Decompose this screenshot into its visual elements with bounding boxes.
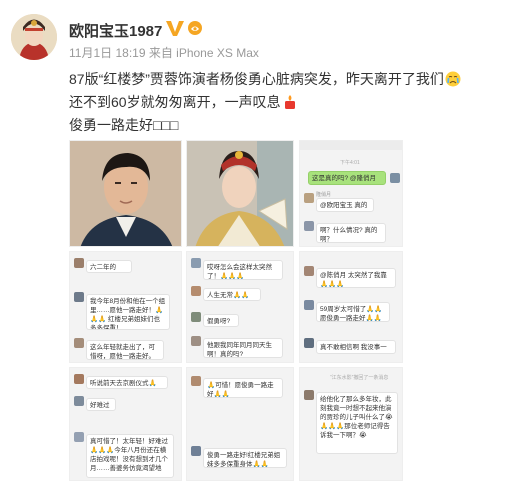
chat-bubble: 六二年的 (86, 260, 132, 273)
post-text: 87版“红楼梦”贾蓉饰演者杨俊勇心脏病突发，昨天离开了我们 还不到60岁就匆匆离… (69, 68, 499, 137)
chat-bubble: 听说前天去京剧仪式🙏🙏🙏 (86, 376, 168, 389)
chat-bubble: 这是真的吗? @隆俏月 (308, 171, 386, 185)
chat-bubble: 假勇呀? (203, 314, 239, 327)
chat-screenshot-4[interactable]: 六二年的 我今年8月份和他在一个组里……愿他一路走好！🙏🙏🙏 红楼兄弟姐妹们也多… (69, 251, 182, 363)
chat-screenshot-7[interactable]: 听说前天去京剧仪式🙏🙏🙏 好难过 真可惜了！太年轻！好难过🙏🙏🙏今年八月份还在横… (69, 367, 182, 481)
image-thumbnail-1[interactable] (69, 140, 182, 247)
chat-bubble: 真不敢相信啊 我没事一 (316, 340, 396, 354)
verified-v-icon (166, 21, 184, 36)
chat-bubble: @欧阳宝玉 真的 (316, 198, 374, 212)
chat-bubble: 给他化了那么多年妆，此刻我竟一时想不起来他演的贾珍的儿子叫什么了😭🙏🙏🙏那位老师… (316, 392, 398, 454)
candle-emoji-icon (284, 95, 295, 109)
chat-bubble: 好难过 (86, 398, 116, 411)
chat-bubble: 59周岁太可惜了🙏🙏 愿俊勇一路走好🙏🙏🙏 (316, 302, 390, 322)
chat-bubble: @陈俏月 太突然了我靠🙏🙏🙏 (316, 268, 396, 288)
chat-bubble: 🙏可惜！愿俊勇一路走好🙏🙏 (203, 378, 283, 398)
vip-badge-icon (188, 21, 202, 35)
recall-notice: “江东水影”撤回了一条消息 (330, 375, 389, 381)
chat-screenshot-5[interactable]: 哎呀怎么会这样太突然了！🙏🙏🙏 人生无常🙏🙏🙏 假勇呀? 他跟我同年同月同天生啊… (186, 251, 294, 363)
user-avatar[interactable] (11, 14, 57, 60)
post-line-1: 87版“红楼梦”贾蓉饰演者杨俊勇心脏病突发，昨天离开了我们 (69, 71, 444, 87)
chat-bubble: 俊勇一路走好!红楼兄弟姐妹多多保重身体🙏🙏 (203, 448, 287, 468)
chat-bubble: 人生无常🙏🙏🙏 (203, 288, 261, 301)
post-line-3: 俊勇一路走好□□□ (69, 117, 179, 133)
image-thumbnail-2[interactable] (186, 140, 294, 247)
chat-bubble: 我今年8月份和他在一个组里……愿他一路走好！🙏🙏🙏 红楼兄弟姐妹们也多多保重！ (86, 294, 170, 330)
chat-bubble: 啊？什么情况? 真的啊？ (316, 223, 386, 243)
chat-bubble: 他跟我同年同月同天生啊！真的吗? (203, 338, 283, 358)
chat-screenshot-9[interactable]: “江东水影”撤回了一条消息 给他化了那么多年妆，此刻我竟一时想不起来他演的贾珍的… (299, 367, 403, 481)
chat-bubble: 哎呀怎么会这样太突然了！🙏🙏🙏 (203, 260, 283, 280)
chat-screenshot-8[interactable]: 🙏可惜！愿俊勇一路走好🙏🙏 俊勇一路走好!红楼兄弟姐妹多多保重身体🙏🙏 (186, 367, 294, 481)
chat-bubble: 这么年轻就走出了，可惜呀，愿他一路走好。 (86, 340, 164, 360)
post-line-2: 还不到60岁就匆匆离开，一声叹息 (69, 94, 281, 110)
post-meta: 11月1日 18:19 来自 iPhone XS Max (69, 46, 259, 60)
crying-emoji-icon (445, 71, 461, 87)
chat-screenshot-3[interactable]: 下午4:01 这是真的吗? @隆俏月 隆俏月 @欧阳宝玉 真的 啊？什么情况? … (299, 140, 403, 247)
chat-screenshot-6[interactable]: @陈俏月 太突然了我靠🙏🙏🙏 59周岁太可惜了🙏🙏 愿俊勇一路走好🙏🙏🙏 真不敢… (299, 251, 403, 363)
chat-bubble: 真可惜了！太年轻！好难过🙏🙏🙏今年八月份还在横店拍戏呢！没有想到才几个月……善婆… (86, 434, 174, 478)
username[interactable]: 欧阳宝玉1987 (69, 20, 162, 41)
